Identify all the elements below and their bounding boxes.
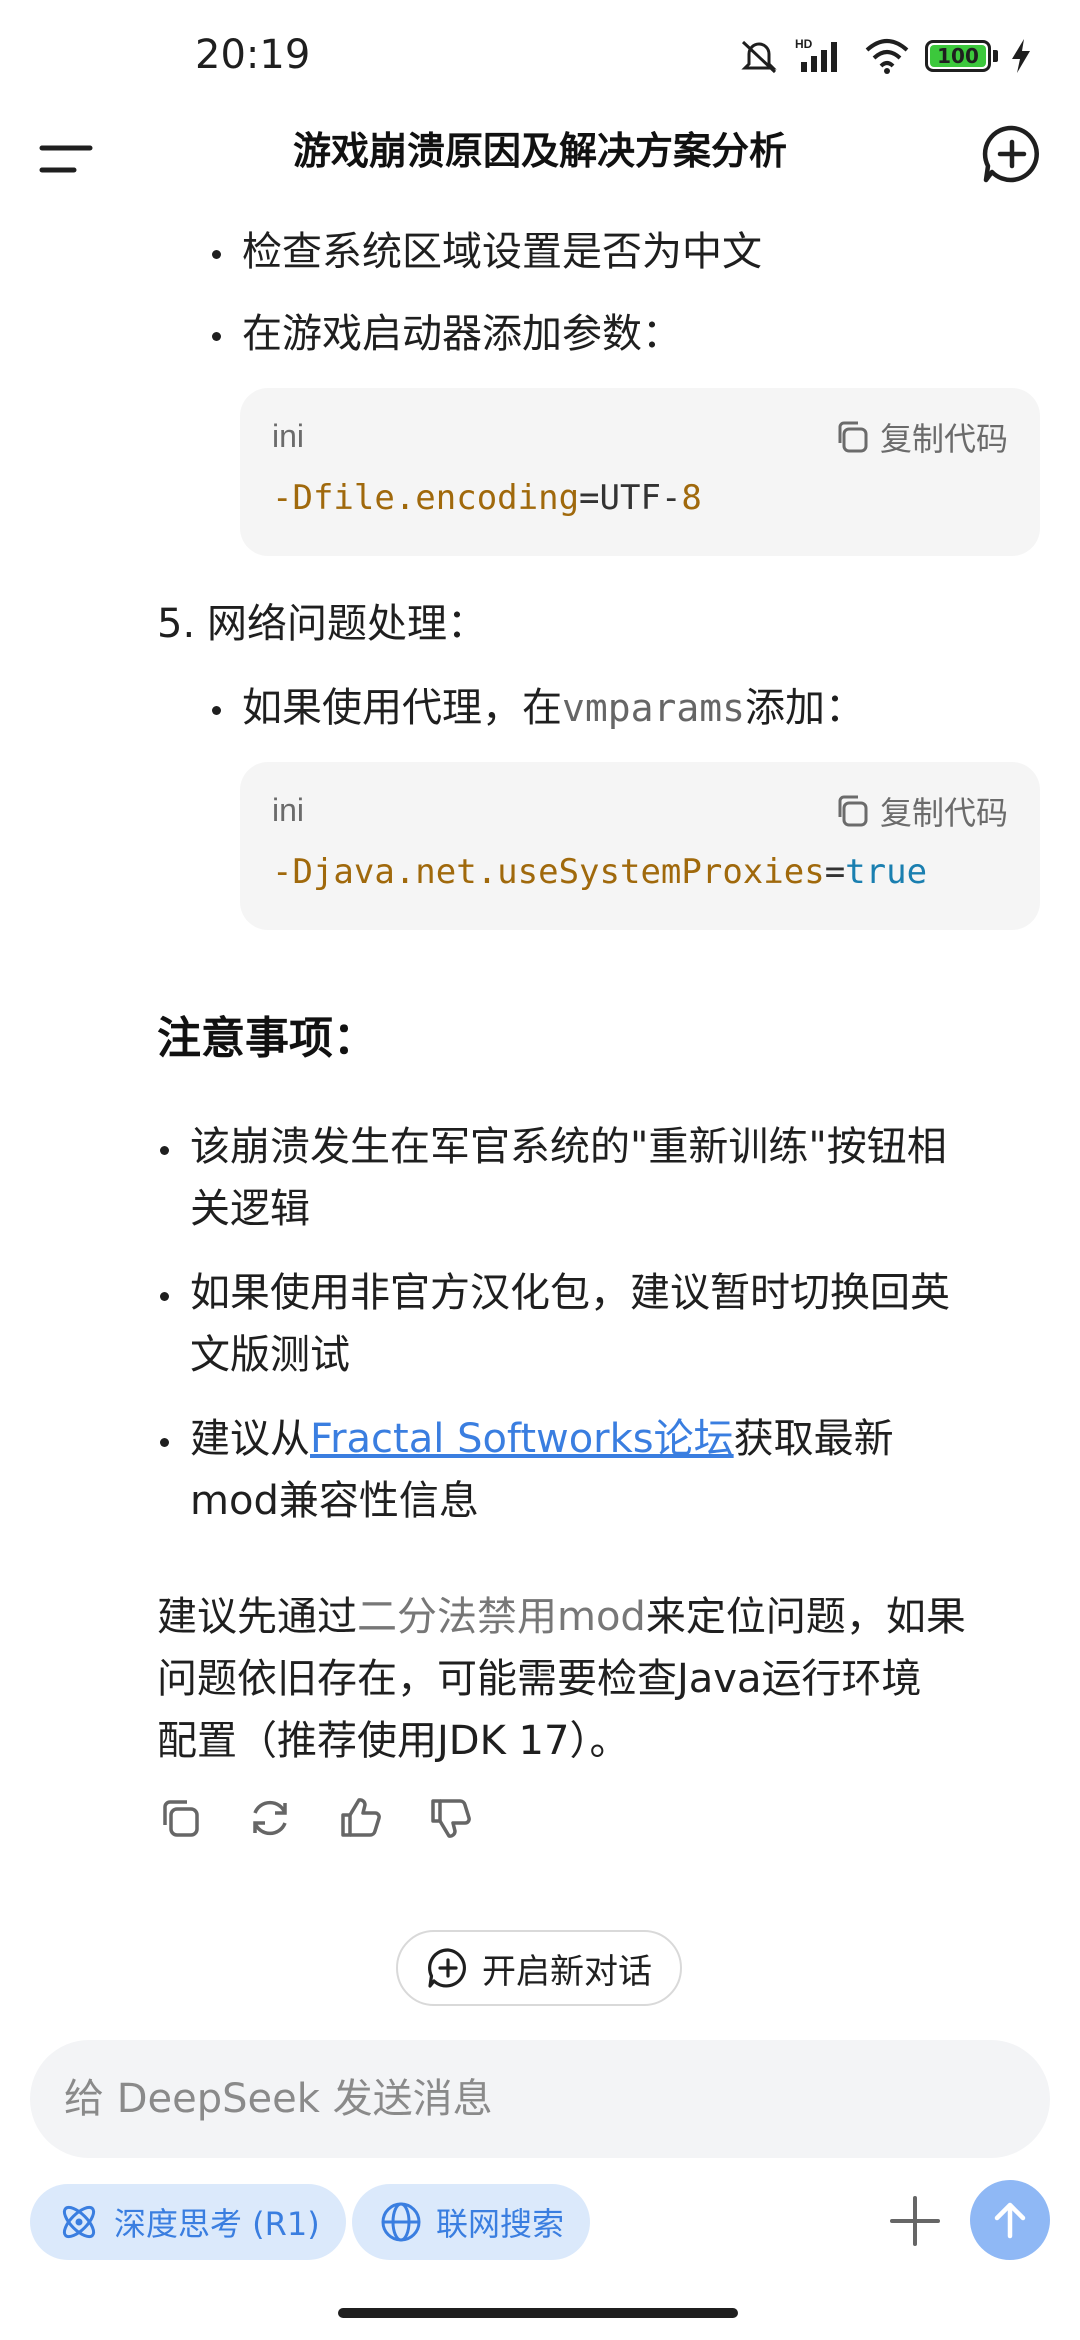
- note-3-line-2: mod兼容性信息: [190, 1478, 479, 1524]
- copy-icon: [838, 421, 868, 453]
- atom-icon: [62, 2205, 96, 2239]
- globe-icon: [381, 2202, 421, 2242]
- battery-icon: 100: [925, 40, 998, 72]
- notes-heading: 注意事项：: [157, 1013, 377, 1064]
- code-language: ini: [272, 418, 305, 454]
- status-icons: HD 100: [737, 36, 1030, 76]
- copy-code-label: 复制代码: [879, 420, 1008, 458]
- send-button[interactable]: [970, 2180, 1050, 2260]
- code-equals: =: [579, 478, 600, 518]
- bullet-dot: [160, 1438, 169, 1447]
- summary-line-1-a: 建议先通过: [157, 1594, 357, 1640]
- message-input-container: [30, 2040, 1050, 2158]
- home-indicator[interactable]: [338, 2308, 738, 2318]
- note-2-line-1: 如果使用非官方汉化包，建议暂时切换回英: [190, 1270, 950, 1316]
- code-equals: =: [824, 852, 846, 892]
- bullet-dot: [212, 332, 221, 341]
- note-2-line-2: 文版测试: [190, 1332, 350, 1378]
- summary-line-3: 配置（推荐使用JDK 17）。: [157, 1718, 630, 1764]
- copy-code-label: 复制代码: [879, 794, 1008, 832]
- message-actions: [157, 1795, 473, 1841]
- mute-icon: [741, 40, 777, 74]
- note-3-line-1: 建议从Fractal Softworks论坛获取最新: [190, 1408, 894, 1470]
- code-line: -Dfile.encoding=UTF-8: [272, 478, 702, 518]
- bullet-proxy-prefix: 如果使用代理，在: [242, 685, 562, 731]
- fractal-forum-link[interactable]: Fractal Softworks论坛: [310, 1416, 734, 1462]
- code-language: ini: [272, 792, 305, 828]
- page-title: 游戏崩溃原因及解决方案分析: [292, 129, 787, 173]
- step-label: 网络问题处理：: [207, 601, 487, 647]
- status-bar: 20:19 HD 100: [0, 0, 1080, 110]
- inline-code-vmparams: vmparams: [562, 686, 746, 730]
- deep-think-toggle[interactable]: 深度思考 (R1): [30, 2184, 346, 2260]
- new-chat-icon: [428, 1948, 466, 1988]
- copy-icon: [838, 795, 868, 827]
- regenerate-icon[interactable]: [247, 1795, 293, 1841]
- web-search-toggle[interactable]: 联网搜索: [352, 2184, 591, 2260]
- bullet-dot: [212, 250, 221, 259]
- summary-line-2: 问题依旧存在，可能需要检查Java运行环境: [157, 1656, 922, 1702]
- new-conversation-button[interactable]: 开启新对话: [396, 1930, 682, 2006]
- new-conversation-label: 开启新对话: [482, 1951, 652, 1992]
- note-1-line-2: 关逻辑: [190, 1186, 310, 1232]
- attach-plus-button[interactable]: [880, 2186, 950, 2256]
- bullet-dot: [160, 1146, 169, 1155]
- status-time: 20:19: [195, 32, 311, 78]
- bullet-dot: [212, 706, 221, 715]
- thumbs-down-icon[interactable]: [427, 1795, 473, 1841]
- thumbs-up-icon[interactable]: [337, 1795, 383, 1841]
- svg-text:HD: HD: [795, 37, 813, 51]
- code-line: -Djava.net.useSystemProxies=true: [272, 852, 927, 892]
- code-block-encoding: ini 复制代码 -Dfile.encoding=UTF-8: [240, 388, 1040, 556]
- code-option: -Dfile.encoding: [272, 478, 580, 518]
- code-block-proxy: ini 复制代码 -Djava.net.useSystemProxies=tru…: [240, 762, 1040, 930]
- bullet-dot: [160, 1292, 169, 1301]
- note-3-prefix: 建议从: [190, 1416, 310, 1462]
- deep-think-label: 深度思考 (R1): [114, 2205, 320, 2243]
- copy-code-button[interactable]: 复制代码: [832, 414, 1008, 460]
- code-value-number: 8: [681, 478, 702, 518]
- note-3-suffix: 获取最新: [733, 1416, 894, 1462]
- hd-signal-icon: HD: [795, 37, 837, 72]
- copy-icon[interactable]: [157, 1795, 203, 1841]
- summary-line-1-b: 来定位问题，如果: [645, 1594, 966, 1640]
- arrow-up-icon: [994, 2202, 1026, 2239]
- bullet-launcher-params: 在游戏启动器添加参数：: [242, 311, 682, 357]
- battery-level: 100: [930, 44, 986, 68]
- message-input[interactable]: [64, 2040, 1004, 2158]
- bullet-region-setting: 检查系统区域设置是否为中文: [242, 229, 762, 275]
- bullet-proxy: 如果使用代理，在vmparams添加：: [242, 680, 865, 736]
- code-value-bool: true: [845, 852, 928, 892]
- web-search-label: 联网搜索: [436, 2205, 565, 2243]
- bullet-proxy-suffix: 添加：: [745, 685, 866, 731]
- summary-line-1: 建议先通过二分法禁用mod来定位问题，如果: [157, 1586, 966, 1648]
- summary-inline-code: 二分法禁用mod: [357, 1594, 646, 1640]
- charging-icon: [1012, 39, 1030, 73]
- note-1-line-1: 该崩溃发生在军官系统的"重新训练"按钮相: [190, 1124, 947, 1170]
- code-value: UTF-: [599, 478, 682, 518]
- wifi-icon: [865, 39, 909, 74]
- copy-code-button[interactable]: 复制代码: [832, 788, 1008, 834]
- step-number: 5.: [157, 601, 196, 647]
- code-option: -Djava.net.useSystemProxies: [272, 852, 825, 892]
